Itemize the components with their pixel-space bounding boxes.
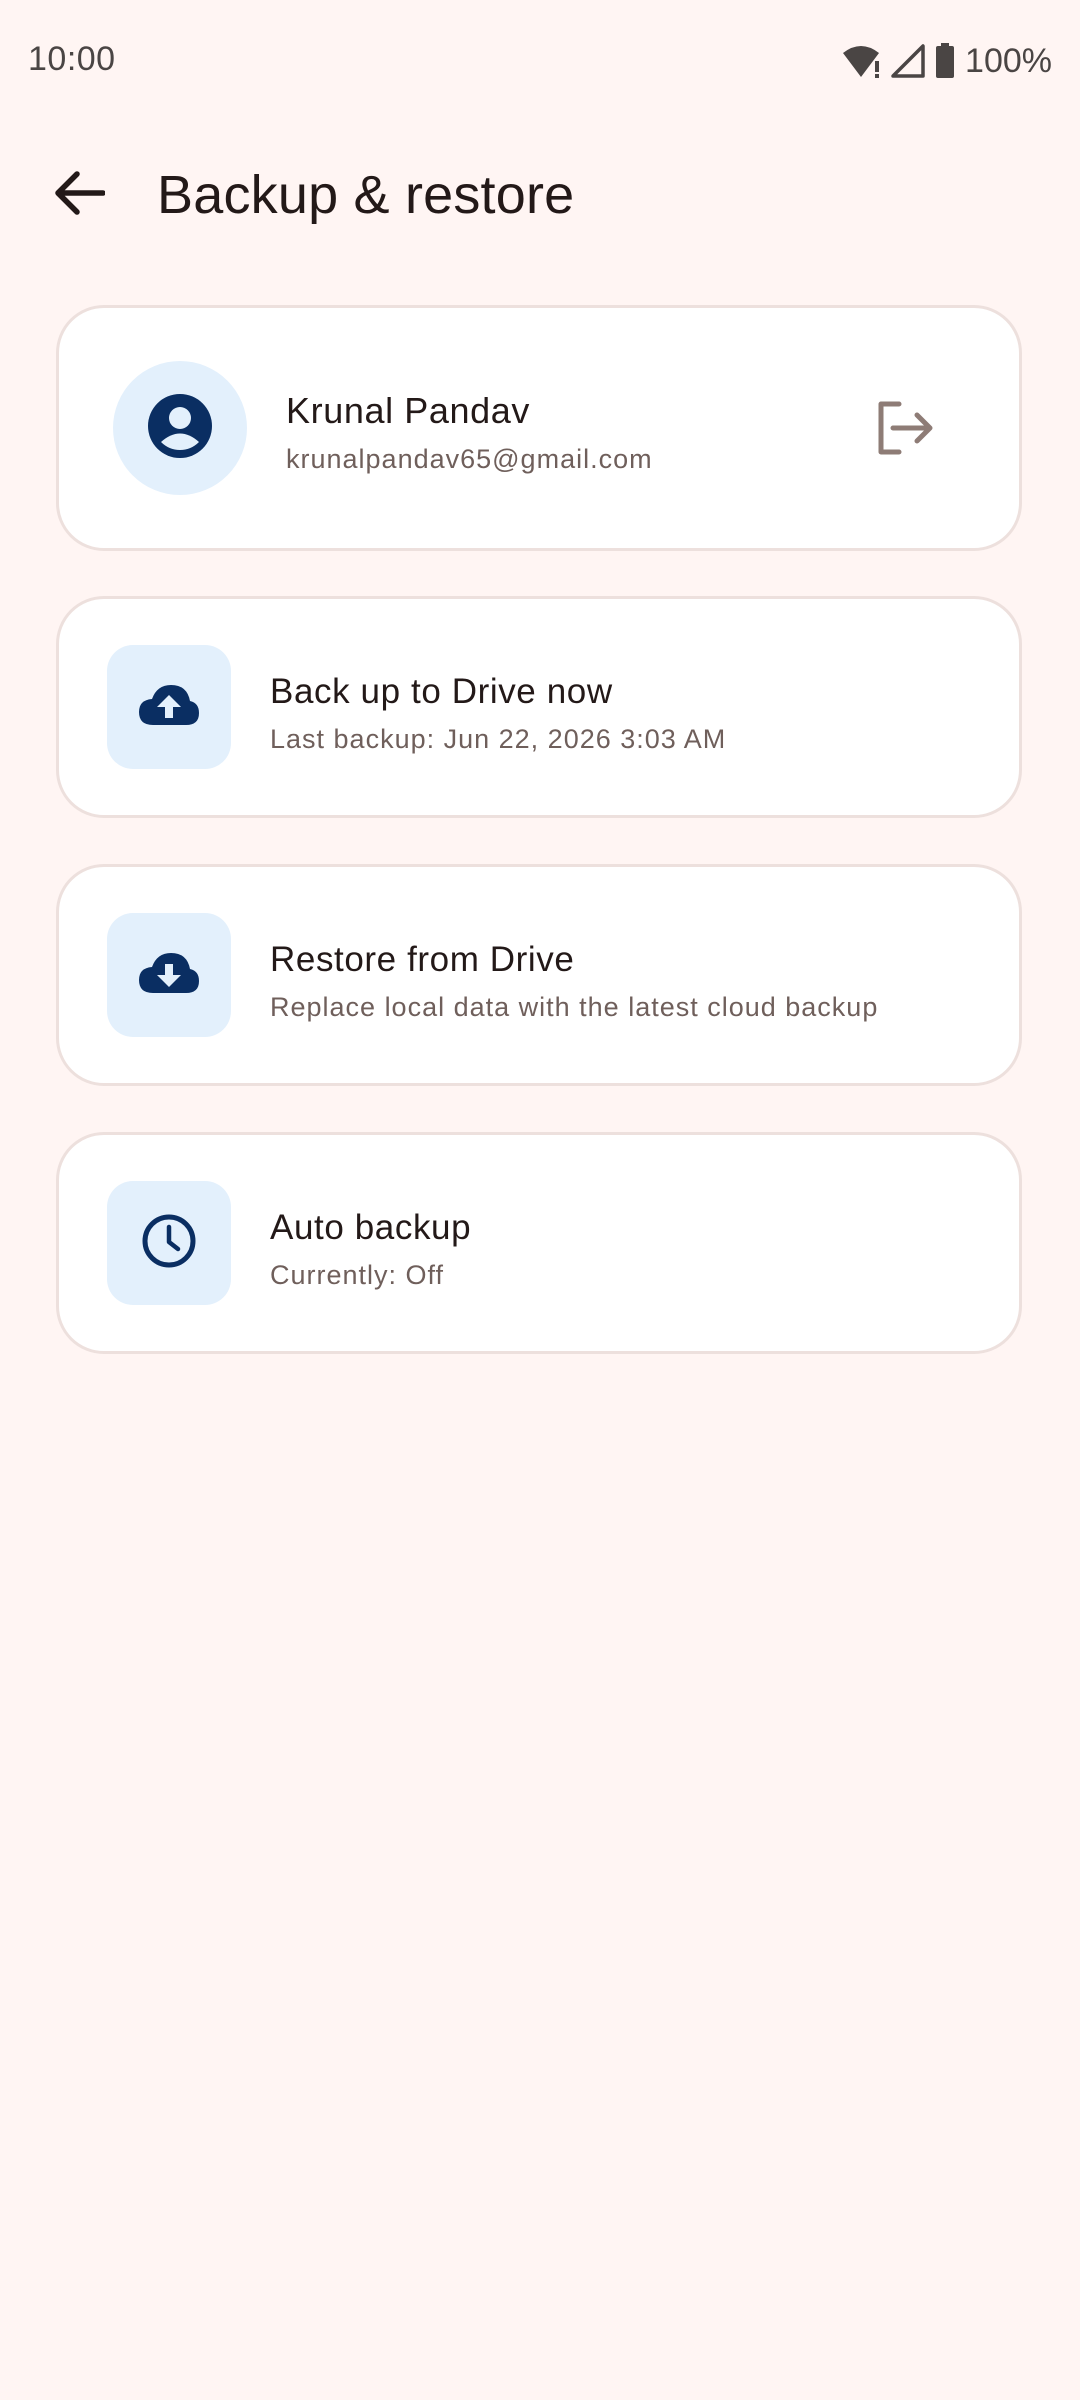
auto-backup-status: Currently: Off: [270, 1260, 445, 1290]
battery-percentage: 100%: [965, 41, 1052, 80]
backup-now-card[interactable]: Back up to Drive now Last backup: Jun 22…: [56, 596, 1022, 818]
auto-backup-card[interactable]: Auto backup Currently: Off: [56, 1132, 1022, 1354]
auto-backup-title: Auto backup: [270, 1208, 472, 1247]
cloud-download-icon: [137, 951, 201, 1000]
logout-icon: [875, 400, 935, 461]
page-title: Backup & restore: [157, 165, 575, 225]
restore-subtitle: Replace local data with the latest cloud…: [270, 992, 879, 1022]
backup-icon-tile: [107, 645, 231, 769]
last-backup-text: Last backup: Jun 22, 2026 3:03 AM: [270, 724, 727, 754]
status-time: 10:00: [28, 40, 116, 78]
restore-title: Restore from Drive: [270, 940, 575, 979]
status-bar: 10:00 100%: [0, 0, 1080, 124]
arrow-back-icon: [53, 170, 106, 221]
cellular-signal-icon: [891, 44, 925, 78]
clock-icon: [140, 1212, 198, 1275]
status-icons: 100%: [841, 40, 1052, 82]
restore-icon-tile: [107, 913, 231, 1037]
backup-now-title: Back up to Drive now: [270, 672, 613, 711]
auto-backup-icon-tile: [107, 1181, 231, 1305]
account-email: krunalpandav65@gmail.com: [286, 444, 653, 474]
restore-card[interactable]: Restore from Drive Replace local data wi…: [56, 864, 1022, 1086]
battery-icon: [935, 43, 955, 79]
cloud-upload-icon: [137, 683, 201, 732]
back-button[interactable]: [44, 160, 114, 230]
avatar: [113, 361, 247, 495]
account-card: Krunal Pandav krunalpandav65@gmail.com: [56, 305, 1022, 551]
app-bar: Backup & restore: [0, 130, 1080, 260]
account-name: Krunal Pandav: [286, 390, 530, 431]
account-circle-icon: [147, 393, 213, 464]
sign-out-button[interactable]: [871, 396, 939, 464]
wifi-icon: [841, 43, 881, 79]
